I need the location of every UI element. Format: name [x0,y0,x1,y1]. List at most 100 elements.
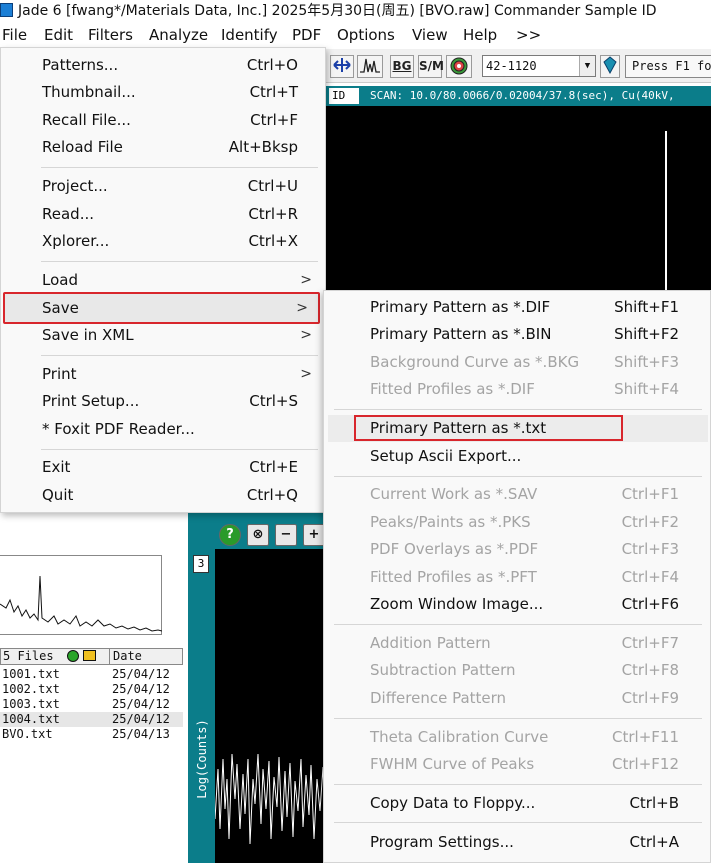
submenu-item-setup-ascii-export[interactable]: Setup Ascii Export... [328,443,708,470]
menu-item-recall-file[interactable]: Recall File... Ctrl+F [5,107,322,134]
menu-more[interactable]: >> [516,22,541,49]
save-submenu: Primary Pattern as *.DIF Shift+F1 Primary… [323,290,711,863]
chevron-right-icon: > [300,272,312,288]
chevron-right-icon: > [300,366,312,382]
scan-text: SCAN: 10.0/80.0066/0.02004/37.8(sec), Cu… [370,89,675,102]
submenu-item-addition-pattern[interactable]: Addition Pattern Ctrl+F7 [328,630,708,657]
zoom-toolbar: ? ⊗ − + [215,513,325,549]
submenu-item-theta-calibration-curve[interactable]: Theta Calibration Curve Ctrl+F11 [328,724,708,751]
menu-item-thumbnail[interactable]: Thumbnail... Ctrl+T [5,79,322,106]
submenu-item-pdf-overlays-pdf[interactable]: PDF Overlays as *.PDF Ctrl+F3 [328,536,708,563]
menu-help[interactable]: Help [463,22,497,49]
minus-icon[interactable]: − [275,524,297,546]
zoom-plot[interactable] [215,549,325,863]
menu-item-read[interactable]: Read... Ctrl+R [5,201,322,228]
peaks-icon[interactable] [357,55,383,78]
menu-separator [41,449,318,450]
background-button[interactable]: BG [390,55,414,78]
menu-view[interactable]: View [412,22,448,49]
check-icon[interactable] [67,650,79,662]
date-header[interactable]: Date [113,649,142,664]
pattern-trace-top [665,131,667,290]
menu-item-save-in-xml[interactable]: Save in XML > [5,322,322,349]
menu-edit[interactable]: Edit [44,22,73,49]
menu-options[interactable]: Options [337,22,395,49]
crystal-icon[interactable] [600,55,620,78]
smooth-button[interactable]: S/M [418,55,444,78]
menu-separator [334,784,702,785]
pdf-card-combo[interactable]: 42-1120 ▼ [482,55,596,77]
plus-icon[interactable]: + [303,524,325,546]
submenu-item-fitted-profiles-pft[interactable]: Fitted Profiles as *.PFT Ctrl+F4 [328,564,708,591]
submenu-item-background-curve-bkg[interactable]: Background Curve as *.BKG Shift+F3 [328,349,708,376]
submenu-item-fitted-profiles-dif[interactable]: Fitted Profiles as *.DIF Shift+F4 [328,376,708,403]
menu-item-reload-file[interactable]: Reload File Alt+Bksp [5,134,322,161]
app-icon[interactable] [0,3,13,17]
menu-separator [334,822,702,823]
menu-item-xplorer[interactable]: Xplorer... Ctrl+X [5,228,322,255]
menu-separator [334,718,702,719]
help-icon[interactable]: ? [219,524,241,546]
menu-separator [334,624,702,625]
menu-item-print[interactable]: Print > [5,361,322,388]
scan-info-bar: ID SCAN: 10.0/80.0066/0.02004/37.8(sec),… [326,86,711,106]
y-axis-label: Log(Counts) [195,719,209,799]
menu-separator [334,476,702,477]
menu-item-save[interactable]: Save > [3,292,320,324]
window-title: Jade 6 [fwang*/Materials Data, Inc.] 202… [18,3,657,19]
menu-item-exit[interactable]: Exit Ctrl+E [5,454,322,481]
menu-item-foxit-pdf-reader[interactable]: * Foxit PDF Reader... [5,416,322,443]
files-header: 5 Files Date [0,648,183,665]
menu-identify[interactable]: Identify [221,22,278,49]
zoom-arrows-icon[interactable] [330,55,354,78]
menu-file[interactable]: File [2,22,27,49]
menu-item-load[interactable]: Load > [5,267,322,294]
submenu-item-primary-pattern-dif[interactable]: Primary Pattern as *.DIF Shift+F1 [328,294,708,321]
folder-icon[interactable] [83,650,96,661]
main-toolbar: BG S/M 42-1120 ▼ Press F1 for [326,49,711,83]
submenu-item-program-settings[interactable]: Program Settings... Ctrl+A [328,829,708,856]
chevron-right-icon: > [296,300,308,316]
file-row[interactable]: 1002.txt 25/04/12 [0,682,183,697]
menu-separator [334,409,702,410]
chevron-down-icon[interactable]: ▼ [579,56,595,76]
menu-analyze[interactable]: Analyze [149,22,208,49]
thumbnail-trace [0,575,162,632]
menu-separator [41,355,318,356]
menu-separator [41,261,318,262]
panel-tag[interactable]: 3 [193,555,209,573]
file-row[interactable]: BVO.txt 25/04/13 [0,727,183,742]
submenu-item-peaks-paints-pks[interactable]: Peaks/Paints as *.PKS Ctrl+F2 [328,509,708,536]
menu-bar: File Edit Filters Analyze Identify PDF O… [0,22,711,49]
menu-item-patterns[interactable]: Patterns... Ctrl+O [5,52,322,79]
submenu-item-copy-data-to-floppy[interactable]: Copy Data to Floppy... Ctrl+B [328,790,708,817]
help-hint-box: Press F1 for [625,55,711,78]
submenu-item-difference-pattern[interactable]: Difference Pattern Ctrl+F9 [328,685,708,712]
menu-filters[interactable]: Filters [88,22,133,49]
chevron-right-icon: > [300,327,312,343]
files-count: 5 Files [3,649,54,663]
zoom-trace [215,753,325,845]
submenu-item-subtraction-pattern[interactable]: Subtraction Pattern Ctrl+F8 [328,657,708,684]
menu-item-print-setup[interactable]: Print Setup... Ctrl+S [5,388,322,415]
submenu-item-zoom-window-image[interactable]: Zoom Window Image... Ctrl+F6 [328,591,708,618]
submenu-item-fwhm-curve-of-peaks[interactable]: FWHM Curve of Peaks Ctrl+F12 [328,751,708,778]
file-row[interactable]: 1001.txt 25/04/12 [0,667,183,682]
file-menu: Patterns... Ctrl+O Thumbnail... Ctrl+T Rec… [0,47,326,513]
file-row[interactable]: 1003.txt 25/04/12 [0,697,183,712]
close-circle-icon[interactable]: ⊗ [247,524,269,546]
id-label: ID [329,88,359,104]
highlight-box [354,415,623,441]
submenu-item-current-work-sav[interactable]: Current Work as *.SAV Ctrl+F1 [328,481,708,508]
pattern-plot-top[interactable] [326,106,711,290]
thumbnail-preview[interactable] [0,555,162,635]
file-row-selected[interactable]: 1004.txt 25/04/12 [0,712,183,727]
menu-item-project[interactable]: Project... Ctrl+U [5,173,322,200]
submenu-item-primary-pattern-bin[interactable]: Primary Pattern as *.BIN Shift+F2 [328,321,708,348]
menu-separator [41,167,318,168]
menu-item-quit[interactable]: Quit Ctrl+Q [5,482,322,509]
title-bar: Jade 6 [fwang*/Materials Data, Inc.] 202… [0,0,711,22]
pdf-card-value: 42-1120 [486,59,537,73]
globe-icon[interactable] [446,55,472,78]
menu-pdf[interactable]: PDF [292,22,321,49]
